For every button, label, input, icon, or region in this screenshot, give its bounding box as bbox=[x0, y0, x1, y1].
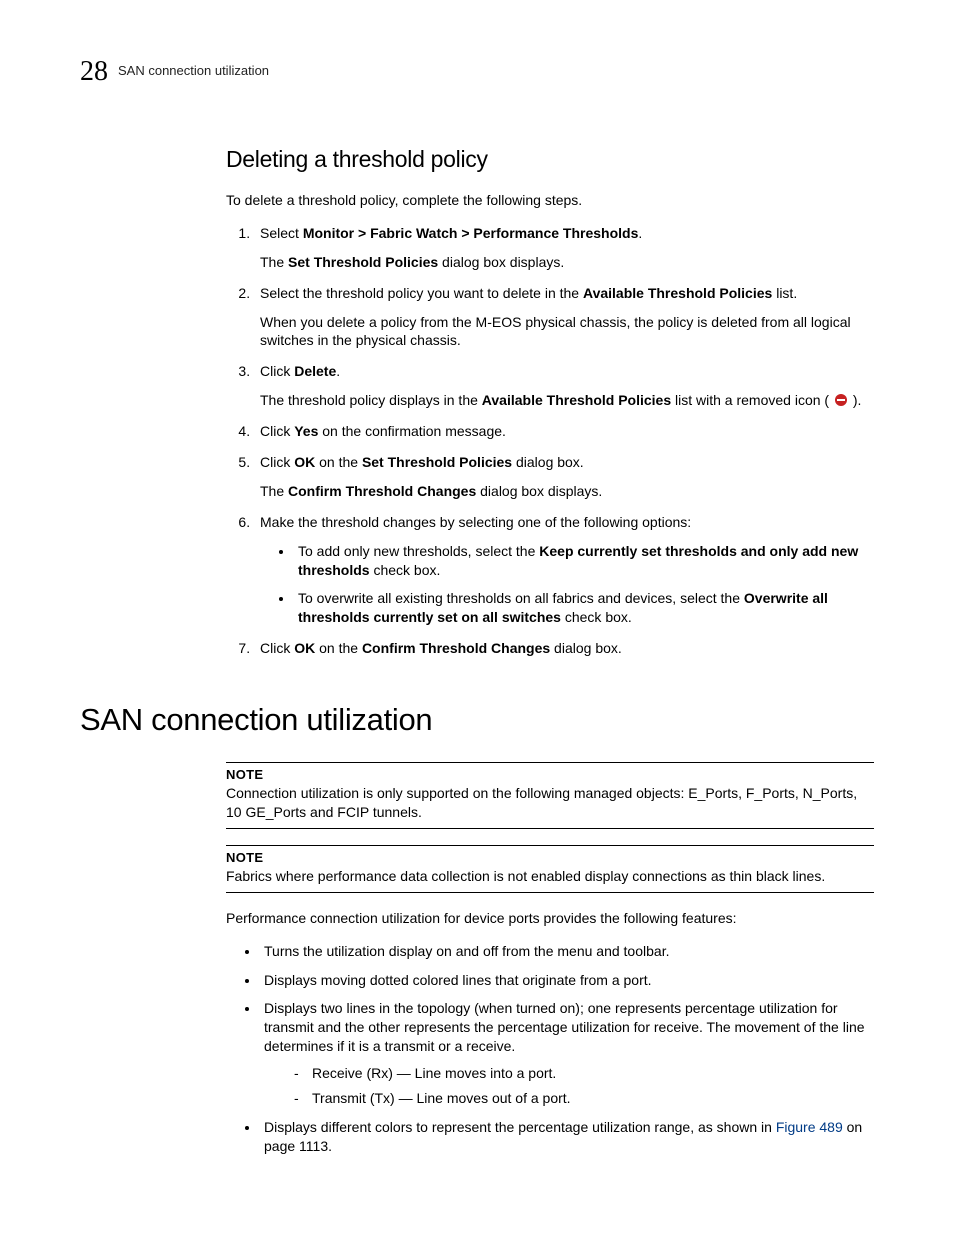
option-item: To add only new thresholds, select the K… bbox=[294, 542, 874, 580]
button-name: OK bbox=[294, 640, 315, 656]
text: Displays two lines in the topology (when… bbox=[264, 1000, 865, 1054]
note-label: NOTE bbox=[226, 767, 874, 782]
intro-text: To delete a threshold policy, complete t… bbox=[226, 191, 874, 210]
features-list: Turns the utilization display on and off… bbox=[226, 942, 874, 1156]
text: The threshold policy displays in the bbox=[260, 392, 482, 408]
text: The bbox=[260, 254, 288, 270]
step-result: The Confirm Threshold Changes dialog box… bbox=[260, 482, 874, 501]
step-text: on the confirmation message. bbox=[318, 423, 506, 439]
list-name: Available Threshold Policies bbox=[583, 285, 772, 301]
step-text: on the bbox=[315, 640, 362, 656]
option-item: To overwrite all existing thresholds on … bbox=[294, 589, 874, 627]
step-text: . bbox=[638, 225, 642, 241]
chapter-number: 28 bbox=[80, 58, 108, 86]
subsection-heading: Deleting a threshold policy bbox=[226, 146, 874, 173]
step-text: Select the threshold policy you want to … bbox=[260, 285, 583, 301]
step-7: Click OK on the Confirm Threshold Change… bbox=[254, 639, 874, 658]
list-name: Available Threshold Policies bbox=[482, 392, 671, 408]
note-block: NOTE Fabrics where performance data coll… bbox=[226, 845, 874, 893]
text: dialog box displays. bbox=[438, 254, 564, 270]
text: The bbox=[260, 483, 288, 499]
button-name: OK bbox=[294, 454, 315, 470]
dialog-name: Confirm Threshold Changes bbox=[288, 483, 476, 499]
button-name: Yes bbox=[294, 423, 318, 439]
note-text: Fabrics where performance data collectio… bbox=[226, 867, 874, 886]
sub-item: Receive (Rx) — Line moves into a port. bbox=[294, 1064, 874, 1083]
sub-list: Receive (Rx) — Line moves into a port. T… bbox=[264, 1064, 874, 1108]
step-4: Click Yes on the confirmation message. bbox=[254, 422, 874, 441]
figure-xref[interactable]: Figure 489 bbox=[776, 1119, 843, 1135]
text: To add only new thresholds, select the bbox=[298, 543, 539, 559]
step-result: The Set Threshold Policies dialog box di… bbox=[260, 253, 874, 272]
running-title: SAN connection utilization bbox=[118, 58, 269, 78]
sub-item: Transmit (Tx) — Line moves out of a port… bbox=[294, 1089, 874, 1108]
features-intro: Performance connection utilization for d… bbox=[226, 909, 874, 928]
procedure-steps: Select Monitor > Fabric Watch > Performa… bbox=[226, 224, 874, 658]
button-name: Delete bbox=[294, 363, 336, 379]
step-result: The threshold policy displays in the Ava… bbox=[260, 391, 874, 410]
step-6: Make the threshold changes by selecting … bbox=[254, 513, 874, 627]
feature-item: Displays different colors to represent t… bbox=[260, 1118, 874, 1156]
section-heading: SAN connection utilization bbox=[80, 702, 874, 738]
step-text: Click bbox=[260, 423, 294, 439]
note-block: NOTE Connection utilization is only supp… bbox=[226, 762, 874, 829]
step-text: Click bbox=[260, 454, 294, 470]
step-5: Click OK on the Set Threshold Policies d… bbox=[254, 453, 874, 501]
step-text: dialog box. bbox=[550, 640, 622, 656]
step-text: dialog box. bbox=[512, 454, 584, 470]
step-text: Click bbox=[260, 363, 294, 379]
menu-path: Monitor > Fabric Watch > Performance Thr… bbox=[303, 225, 639, 241]
feature-item: Turns the utilization display on and off… bbox=[260, 942, 874, 961]
step-2: Select the threshold policy you want to … bbox=[254, 284, 874, 351]
options-list: To add only new thresholds, select the K… bbox=[260, 542, 874, 628]
step-text: on the bbox=[315, 454, 362, 470]
feature-item: Displays moving dotted colored lines tha… bbox=[260, 971, 874, 990]
note-label: NOTE bbox=[226, 850, 874, 865]
text: list with a removed icon ( bbox=[671, 392, 833, 408]
text: check box. bbox=[370, 562, 441, 578]
step-text: Make the threshold changes by selecting … bbox=[260, 514, 691, 530]
step-3: Click Delete. The threshold policy displ… bbox=[254, 362, 874, 410]
text: To overwrite all existing thresholds on … bbox=[298, 590, 744, 606]
dialog-name: Set Threshold Policies bbox=[362, 454, 512, 470]
dialog-name: Set Threshold Policies bbox=[288, 254, 438, 270]
text: Displays different colors to represent t… bbox=[264, 1119, 776, 1135]
running-head: 28 SAN connection utilization bbox=[80, 58, 874, 86]
feature-item: Displays two lines in the topology (when… bbox=[260, 999, 874, 1107]
step-note: When you delete a policy from the M-EOS … bbox=[260, 313, 874, 351]
step-text: list. bbox=[772, 285, 797, 301]
step-text: Select bbox=[260, 225, 303, 241]
step-text: Click bbox=[260, 640, 294, 656]
note-text: Connection utilization is only supported… bbox=[226, 784, 874, 822]
text: check box. bbox=[561, 609, 632, 625]
removed-icon bbox=[835, 394, 847, 406]
step-1: Select Monitor > Fabric Watch > Performa… bbox=[254, 224, 874, 272]
step-text: . bbox=[336, 363, 340, 379]
text: ). bbox=[849, 392, 861, 408]
dialog-name: Confirm Threshold Changes bbox=[362, 640, 550, 656]
text: dialog box displays. bbox=[476, 483, 602, 499]
